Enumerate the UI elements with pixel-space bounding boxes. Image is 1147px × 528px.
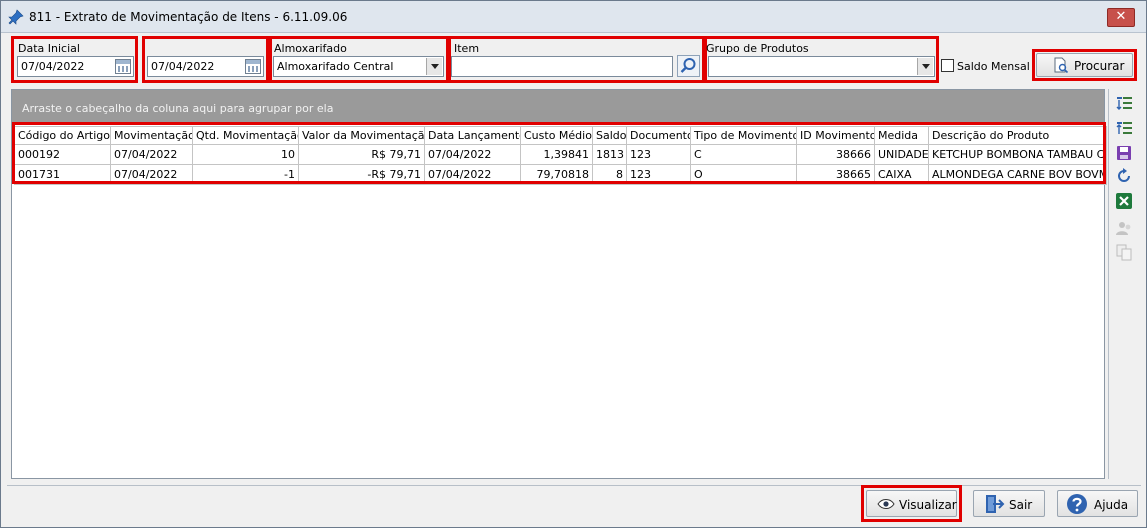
cell-descricao: ALMONDEGA CARNE BOV BOVME bbox=[928, 164, 1107, 185]
window-title: 811 - Extrato de Movimentação de Itens -… bbox=[29, 10, 348, 24]
col-header-valor[interactable]: Valor da Movimentação bbox=[298, 126, 425, 145]
data-final-value: 07/04/2022 bbox=[151, 60, 215, 73]
col-header-custo-medio[interactable]: Custo Médio bbox=[520, 126, 593, 145]
data-final-input[interactable]: 07/04/2022 bbox=[147, 56, 264, 77]
pin-icon bbox=[8, 9, 24, 25]
document-search-icon bbox=[1054, 57, 1069, 74]
data-inicial-label: Data Inicial bbox=[18, 42, 80, 55]
eye-icon bbox=[877, 499, 895, 509]
refresh-icon[interactable] bbox=[1115, 167, 1133, 185]
almoxarifado-select[interactable]: Almoxarifado Central bbox=[273, 56, 444, 77]
sair-button[interactable]: Sair bbox=[973, 490, 1045, 517]
cell-movimentacao: 07/04/2022 bbox=[110, 164, 193, 185]
almoxarifado-label: Almoxarifado bbox=[274, 42, 347, 55]
footer-bar: Visualizar Sair Ajuda bbox=[7, 485, 1141, 523]
almoxarifado-value: Almoxarifado Central bbox=[277, 60, 394, 73]
item-label: Item bbox=[454, 42, 480, 55]
main-window: 811 - Extrato de Movimentação de Itens -… bbox=[0, 0, 1147, 528]
cell-codigo: 000192 bbox=[14, 144, 111, 165]
copy-icon bbox=[1116, 244, 1132, 261]
title-bar[interactable]: 811 - Extrato de Movimentação de Itens -… bbox=[1, 1, 1146, 33]
col-header-tipo[interactable]: Tipo de Movimento bbox=[690, 126, 797, 145]
calendar-icon[interactable] bbox=[245, 59, 261, 74]
col-header-medida[interactable]: Medida bbox=[874, 126, 929, 145]
grupo-select[interactable] bbox=[708, 56, 935, 77]
data-inicial-value: 07/04/2022 bbox=[21, 60, 85, 73]
data-grid: Arraste o cabeçalho da coluna aqui para … bbox=[11, 89, 1107, 479]
cell-documento: 123 bbox=[626, 164, 691, 185]
cell-medida: UNIDADE bbox=[874, 144, 929, 165]
cell-valor: R$ 79,71 bbox=[298, 144, 425, 165]
excel-icon[interactable] bbox=[1115, 192, 1133, 210]
cell-descricao: KETCHUP BOMBONA TAMBAU CX4 bbox=[928, 144, 1107, 165]
cell-tipo: C bbox=[690, 144, 797, 165]
chevron-down-icon[interactable] bbox=[426, 58, 442, 75]
cell-documento: 123 bbox=[626, 144, 691, 165]
sair-label: Sair bbox=[1009, 498, 1033, 512]
ajuda-label: Ajuda bbox=[1094, 498, 1129, 512]
col-header-id[interactable]: ID Movimento bbox=[796, 126, 875, 145]
saldo-mensal-label: Saldo Mensal bbox=[957, 60, 1030, 73]
cell-id: 38666 bbox=[796, 144, 875, 165]
cell-tipo: O bbox=[690, 164, 797, 185]
cell-qtd: -1 bbox=[192, 164, 299, 185]
chevron-down-icon[interactable] bbox=[917, 58, 933, 75]
results-table: Código do Artigo Movimentação Qtd. Movim… bbox=[14, 126, 1107, 185]
collapse-rows-icon[interactable] bbox=[1115, 119, 1133, 137]
search-icon bbox=[680, 58, 696, 73]
calendar-icon[interactable] bbox=[115, 59, 131, 74]
procurar-button[interactable]: Procurar bbox=[1036, 53, 1133, 77]
users-icon bbox=[1116, 222, 1131, 235]
col-header-movimentacao[interactable]: Movimentação bbox=[110, 126, 193, 145]
close-button[interactable]: ✕ bbox=[1107, 8, 1135, 27]
col-header-saldo[interactable]: Saldo bbox=[592, 126, 627, 145]
saldo-mensal-checkbox[interactable] bbox=[941, 59, 954, 72]
cell-valor: -R$ 79,71 bbox=[298, 164, 425, 185]
cell-codigo: 001731 bbox=[14, 164, 111, 185]
table-row[interactable]: 000192 07/04/2022 10 R$ 79,71 07/04/2022… bbox=[14, 144, 1107, 165]
ajuda-button[interactable]: Ajuda bbox=[1057, 490, 1138, 517]
col-header-codigo[interactable]: Código do Artigo bbox=[14, 126, 111, 145]
col-header-qtd[interactable]: Qtd. Movimentação bbox=[192, 126, 299, 145]
visualizar-label: Visualizar bbox=[899, 498, 957, 512]
col-header-descricao[interactable]: Descrição do Produto bbox=[928, 126, 1107, 145]
item-input[interactable] bbox=[451, 56, 673, 77]
cell-qtd: 10 bbox=[192, 144, 299, 165]
grupo-label: Grupo de Produtos bbox=[706, 42, 809, 55]
cell-id: 38665 bbox=[796, 164, 875, 185]
exit-door-icon bbox=[986, 495, 1005, 513]
item-search-button[interactable] bbox=[677, 55, 700, 77]
group-hint-text: Arraste o cabeçalho da coluna aqui para … bbox=[22, 102, 334, 115]
cell-saldo: 1813 bbox=[592, 144, 627, 165]
cell-data-lancamento: 07/04/2022 bbox=[424, 144, 521, 165]
visualizar-button[interactable]: Visualizar bbox=[866, 490, 957, 517]
cell-movimentacao: 07/04/2022 bbox=[110, 144, 193, 165]
table-header-row: Código do Artigo Movimentação Qtd. Movim… bbox=[14, 126, 1107, 145]
col-header-documento[interactable]: Documento bbox=[626, 126, 691, 145]
group-by-panel[interactable]: Arraste o cabeçalho da coluna aqui para … bbox=[12, 90, 1104, 122]
save-icon[interactable] bbox=[1115, 144, 1133, 162]
col-header-data-lancamento[interactable]: Data Lançamento bbox=[424, 126, 521, 145]
procurar-label: Procurar bbox=[1074, 59, 1125, 73]
side-toolbar bbox=[1108, 89, 1138, 479]
expand-rows-icon[interactable] bbox=[1115, 94, 1133, 112]
cell-custo-medio: 79,70818 bbox=[520, 164, 593, 185]
filter-panel: Data Inicial 07/04/2022 07/04/2022 Almox… bbox=[7, 35, 1141, 85]
cell-custo-medio: 1,39841 bbox=[520, 144, 593, 165]
table-row[interactable]: 001731 07/04/2022 -1 -R$ 79,71 07/04/202… bbox=[14, 164, 1107, 185]
help-icon bbox=[1067, 494, 1087, 514]
cell-medida: CAIXA bbox=[874, 164, 929, 185]
cell-saldo: 8 bbox=[592, 164, 627, 185]
data-inicial-input[interactable]: 07/04/2022 bbox=[17, 56, 134, 77]
cell-data-lancamento: 07/04/2022 bbox=[424, 164, 521, 185]
